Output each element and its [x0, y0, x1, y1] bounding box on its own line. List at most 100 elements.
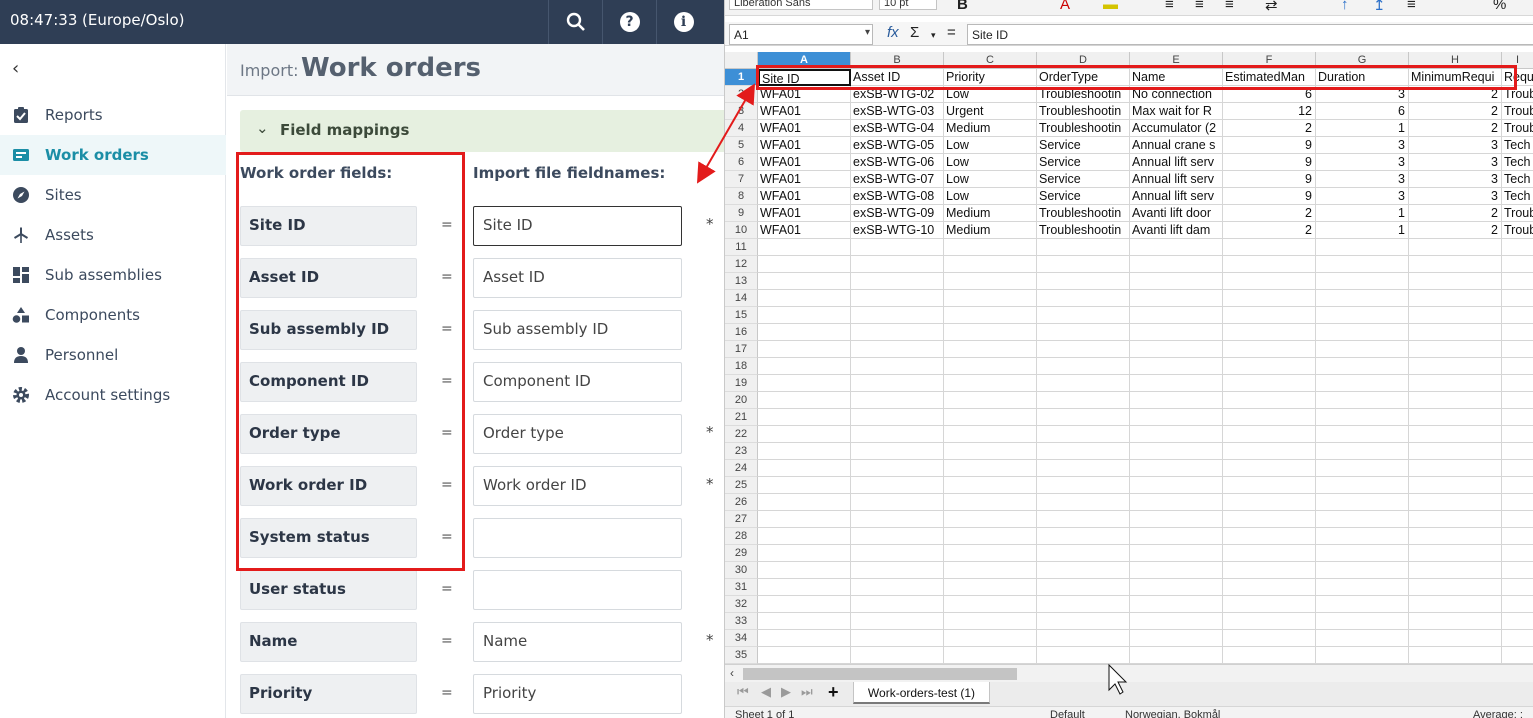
row-header[interactable]: 10	[725, 222, 758, 239]
cell[interactable]: Troubleshootin	[1037, 103, 1130, 120]
cell[interactable]: WFA01	[758, 137, 851, 154]
cell[interactable]	[851, 256, 944, 273]
cell[interactable]	[851, 409, 944, 426]
cell[interactable]	[1037, 239, 1130, 256]
cell[interactable]	[1409, 460, 1502, 477]
cell[interactable]	[1223, 647, 1316, 664]
wrap-icon[interactable]: ⇄	[1265, 0, 1278, 14]
cell[interactable]	[1130, 647, 1223, 664]
import-fieldname-input[interactable]: Order type	[473, 414, 682, 454]
scroll-left-icon[interactable]: ‹	[730, 666, 734, 680]
row-header[interactable]: 8	[725, 188, 758, 205]
cell[interactable]: 9	[1223, 137, 1316, 154]
cell[interactable]	[1502, 307, 1533, 324]
cell[interactable]	[1130, 545, 1223, 562]
cell[interactable]	[1409, 443, 1502, 460]
cell[interactable]	[1409, 579, 1502, 596]
font-name-box[interactable]: Liberation Sans	[729, 0, 873, 10]
cell[interactable]: 3	[1316, 137, 1409, 154]
cell[interactable]	[758, 647, 851, 664]
cell[interactable]	[1316, 273, 1409, 290]
cell[interactable]: Tech	[1502, 154, 1533, 171]
cell[interactable]	[944, 375, 1037, 392]
first-sheet-icon[interactable]: ⏮	[737, 684, 749, 700]
prev-sheet-icon[interactable]: ◀	[761, 684, 771, 700]
info-icon[interactable]: i	[656, 0, 710, 44]
cell[interactable]	[1502, 239, 1533, 256]
cell[interactable]	[1316, 341, 1409, 358]
cell[interactable]: 2	[1223, 205, 1316, 222]
cell[interactable]	[1502, 630, 1533, 647]
cell[interactable]	[944, 307, 1037, 324]
function-wizard-icon[interactable]: fx	[887, 24, 899, 41]
cell[interactable]	[1130, 443, 1223, 460]
cell[interactable]	[1316, 443, 1409, 460]
cell[interactable]: WFA01	[758, 188, 851, 205]
cell[interactable]: exSB-WTG-06	[851, 154, 944, 171]
cell[interactable]	[1037, 409, 1130, 426]
select-all-corner[interactable]	[725, 52, 758, 69]
align-top-icon[interactable]: ↑	[1341, 0, 1349, 13]
cell[interactable]	[1502, 358, 1533, 375]
row-header[interactable]: 12	[725, 256, 758, 273]
import-fieldname-input[interactable]: Site ID	[473, 206, 682, 246]
cell[interactable]	[758, 256, 851, 273]
sidebar-item-components[interactable]: Components	[0, 295, 226, 335]
cell[interactable]	[1037, 375, 1130, 392]
cell[interactable]: 2	[1409, 205, 1502, 222]
cell[interactable]: 2	[1223, 120, 1316, 137]
cell[interactable]	[1223, 579, 1316, 596]
row-header[interactable]: 25	[725, 477, 758, 494]
cell[interactable]	[1130, 596, 1223, 613]
import-fieldname-input[interactable]: Priority	[473, 674, 682, 714]
cell[interactable]: exSB-WTG-10	[851, 222, 944, 239]
cell[interactable]	[1223, 358, 1316, 375]
formula-icon[interactable]: =	[947, 24, 956, 41]
cell[interactable]	[1130, 426, 1223, 443]
cell[interactable]	[1130, 256, 1223, 273]
cell[interactable]	[1130, 494, 1223, 511]
cell[interactable]	[1409, 290, 1502, 307]
cell[interactable]	[1316, 392, 1409, 409]
cell[interactable]	[1223, 375, 1316, 392]
cell[interactable]: 9	[1223, 154, 1316, 171]
cell[interactable]	[1316, 324, 1409, 341]
cell[interactable]	[1502, 426, 1533, 443]
cell[interactable]	[944, 256, 1037, 273]
bold-icon[interactable]: B	[957, 0, 968, 13]
cell[interactable]: Avanti lift door	[1130, 205, 1223, 222]
cell[interactable]	[944, 426, 1037, 443]
cell[interactable]	[1130, 307, 1223, 324]
sidebar-item-personnel[interactable]: Personnel	[0, 335, 226, 375]
cell[interactable]	[1037, 613, 1130, 630]
cell[interactable]: WFA01	[758, 154, 851, 171]
row-header[interactable]: 14	[725, 290, 758, 307]
cell[interactable]	[758, 239, 851, 256]
cell[interactable]	[1223, 426, 1316, 443]
row-header[interactable]: 3	[725, 103, 758, 120]
cell[interactable]	[1502, 290, 1533, 307]
cell[interactable]	[758, 596, 851, 613]
cell[interactable]	[944, 596, 1037, 613]
cell[interactable]	[851, 460, 944, 477]
add-sheet-button[interactable]: +	[828, 682, 839, 703]
cell[interactable]	[1037, 307, 1130, 324]
cell[interactable]	[1223, 596, 1316, 613]
cell[interactable]	[1502, 341, 1533, 358]
row-header[interactable]: 15	[725, 307, 758, 324]
cell[interactable]	[1037, 460, 1130, 477]
cell[interactable]: Troub	[1502, 103, 1533, 120]
cell[interactable]: Troub	[1502, 120, 1533, 137]
cell[interactable]	[1130, 528, 1223, 545]
cell[interactable]	[1409, 273, 1502, 290]
cell[interactable]	[1223, 460, 1316, 477]
row-header[interactable]: 32	[725, 596, 758, 613]
cell[interactable]: exSB-WTG-09	[851, 205, 944, 222]
cell[interactable]: 3	[1409, 137, 1502, 154]
cell[interactable]	[944, 511, 1037, 528]
cell[interactable]	[1502, 392, 1533, 409]
cell[interactable]	[1409, 324, 1502, 341]
align-right-icon[interactable]: ≡	[1225, 0, 1234, 13]
cell[interactable]: Service	[1037, 154, 1130, 171]
cell[interactable]	[944, 460, 1037, 477]
